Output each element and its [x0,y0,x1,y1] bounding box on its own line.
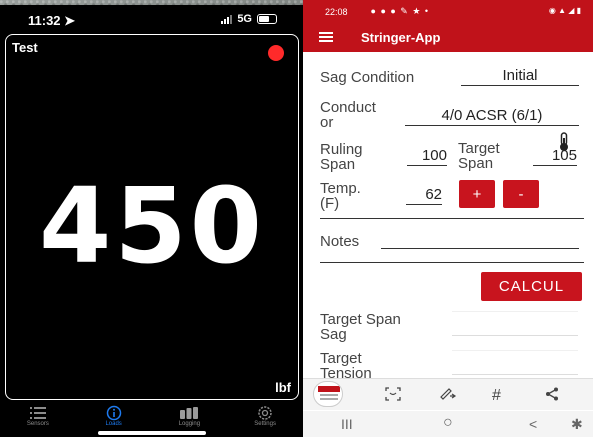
sag-form: Sag Condition Initial Conduct or 4/0 ACSR… [303,52,593,382]
screenshot-thumbnail[interactable] [313,381,343,407]
notes-label: Notes [320,233,360,250]
conductor-label: Conduct or [320,99,376,131]
hamburger-menu-icon[interactable] [319,32,333,42]
load-card[interactable]: Test 450 lbf [5,34,299,400]
ruling-span-label: Ruling Span [320,141,363,173]
thermometer-icon[interactable] [557,132,571,152]
notification-icons: ● ● ● ✎ ★ • [353,6,430,16]
system-tray-icons: ◉ ▲ ◢ ▮ [548,6,581,15]
target-span-sag-output [452,311,578,336]
tab-sensors[interactable]: Sensors [8,402,68,427]
sag-condition-select[interactable]: Initial [461,67,579,86]
load-value: 450 [38,165,266,287]
left-phone-screen: 11:32 ➤ 5G Test 450 lbf Sensors Loads Lo… [0,5,303,437]
tab-label: Logging [178,421,201,427]
hashtag-icon[interactable]: # [492,387,501,405]
tab-label: Sensors [26,421,49,427]
tab-label: Loads [105,421,122,427]
share-icon[interactable] [545,387,559,404]
target-tension-label: Target Tension [320,350,372,382]
scroll-capture-icon[interactable] [439,387,457,404]
list-icon [8,405,68,421]
card-title: Test [12,40,38,55]
screenshot-toolbar: # [303,378,593,410]
battery-icon [257,14,277,24]
android-nav-bar: III ○ < ✱ [303,411,593,437]
load-unit: lbf [275,380,291,395]
app-bar: Stringer-App [303,24,593,52]
temp-label: Temp. (F) [320,180,361,212]
status-indicators: 5G [221,13,277,25]
info-circle-icon [84,405,144,421]
gear-icon [235,405,295,421]
status-time: 11:32 ➤ [28,13,76,28]
accessibility-icon[interactable]: ✱ [571,416,583,433]
decrement-button[interactable]: - [503,180,539,208]
temp-input[interactable]: 62 [406,186,442,205]
target-span-label: Target Span [458,140,500,172]
conductor-select[interactable]: 4/0 ACSR (6/1) [405,107,579,126]
sag-condition-label: Sag Condition [320,69,415,86]
bars-icon [159,405,219,421]
home-indicator[interactable] [98,431,206,435]
right-phone-screen: 22:08 ● ● ● ✎ ★ • ◉ ▲ ◢ ▮ Stringer-App S… [303,0,593,437]
network-label: 5G [237,13,252,25]
recents-button[interactable]: III [341,416,353,432]
calculate-button[interactable]: CALCUL [481,272,582,301]
status-bar: 11:32 ➤ 5G [0,5,303,35]
divider [320,262,584,263]
home-button[interactable]: ○ [443,414,453,432]
status-dot-icon [268,45,284,61]
tab-logging[interactable]: Logging [159,402,219,427]
ruling-span-input[interactable]: 100 [407,147,447,166]
target-span-sag-label: Target Span Sag [320,311,401,343]
status-time: 22:08 [325,7,348,17]
divider [320,218,584,219]
target-tension-output [452,350,578,375]
scan-icon[interactable] [385,387,401,404]
tab-label: Settings [254,421,276,427]
increment-button[interactable]: + [459,180,495,208]
tab-loads[interactable]: Loads [84,402,144,427]
app-title: Stringer-App [361,30,441,45]
android-status-bar: 22:08 ● ● ● ✎ ★ • ◉ ▲ ◢ ▮ [303,0,593,24]
signal-icon [221,14,233,24]
notes-input[interactable] [381,248,579,249]
tab-settings[interactable]: Settings [235,402,295,427]
back-button[interactable]: < [529,416,537,432]
